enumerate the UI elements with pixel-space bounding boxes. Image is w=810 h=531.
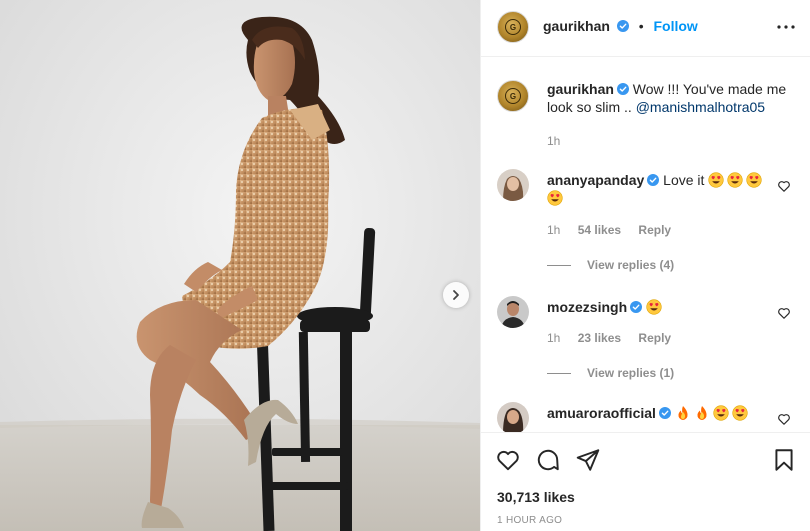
reply-button[interactable]: Reply xyxy=(638,223,671,237)
logo-icon: G xyxy=(505,88,521,104)
bookmark-icon xyxy=(775,449,793,471)
commenter-avatar[interactable] xyxy=(497,296,529,328)
heart-eyes-emoji-icon xyxy=(732,405,748,421)
comment-text-block: amuaroraofficial xyxy=(547,404,767,422)
comment-text-block: mozezsingh xyxy=(547,298,767,316)
follow-button[interactable]: Follow xyxy=(653,18,697,34)
like-count[interactable]: 30,713 likes xyxy=(497,489,575,505)
caption-username[interactable]: gaurikhan xyxy=(547,81,614,97)
heart-eyes-emoji-icon xyxy=(727,172,743,188)
caption-author-avatar[interactable]: G xyxy=(497,80,529,112)
verified-badge-icon xyxy=(647,174,660,186)
header-user-line: gaurikhan • Follow xyxy=(543,18,698,34)
heart-eyes-emoji-icon xyxy=(713,405,729,421)
heart-icon xyxy=(497,450,519,471)
comment-text-block: ananyapanday Love it xyxy=(547,171,767,207)
chevron-right-icon xyxy=(453,290,459,300)
comment-text: Love it xyxy=(663,172,705,188)
replies-divider xyxy=(547,372,571,374)
heart-icon xyxy=(778,414,790,425)
author-username[interactable]: gaurikhan xyxy=(543,18,610,34)
photo-woman-on-stool xyxy=(0,0,480,531)
save-button[interactable] xyxy=(771,447,797,473)
comment-likes[interactable]: 54 likes xyxy=(578,223,621,237)
share-button[interactable] xyxy=(575,447,601,473)
heart-icon xyxy=(778,308,790,319)
comment-meta: 1h 23 likes Reply xyxy=(547,331,685,345)
view-replies-label: View replies (4) xyxy=(587,258,675,272)
comment-item: amuaroraofficial xyxy=(497,402,797,432)
comment-meta: 1h 54 likes Reply xyxy=(547,223,685,237)
commenter-avatar[interactable] xyxy=(497,402,529,432)
post-actions: 30,713 likes 1 HOUR AGO xyxy=(481,432,810,531)
avatar-photo xyxy=(497,402,529,432)
comment-username[interactable]: mozezsingh xyxy=(547,299,627,315)
verified-badge-icon xyxy=(658,407,671,419)
comment-icon xyxy=(537,449,559,471)
post-header: G gaurikhan • Follow xyxy=(481,0,810,57)
view-replies-label: View replies (1) xyxy=(587,366,675,380)
caption-time: 1h xyxy=(547,134,561,148)
separator-dot: • xyxy=(638,18,644,34)
comment-username[interactable]: ananyapanday xyxy=(547,172,644,188)
like-comment-button[interactable] xyxy=(777,412,791,426)
avatar-photo xyxy=(497,169,529,201)
fire-emoji-icon xyxy=(697,406,707,420)
share-icon xyxy=(576,449,600,471)
comments-list[interactable]: G gaurikhan Wow !!! You've made me look … xyxy=(481,58,810,432)
comment-time: 1h xyxy=(547,331,561,345)
more-options-icon xyxy=(777,25,795,29)
avatar-photo xyxy=(497,296,529,328)
verified-badge-icon xyxy=(630,301,643,313)
view-replies-button[interactable]: View replies (1) xyxy=(547,366,674,380)
post-side-panel: G gaurikhan • Follow G gaurikhan Wow !!!… xyxy=(480,0,810,531)
comment-button[interactable] xyxy=(535,447,561,473)
like-button[interactable] xyxy=(495,447,521,473)
heart-eyes-emoji-icon xyxy=(708,172,724,188)
instagram-post: G gaurikhan • Follow G gaurikhan Wow !!!… xyxy=(0,0,810,531)
logo-icon: G xyxy=(505,19,521,35)
like-comment-button[interactable] xyxy=(777,179,791,193)
comment-item: mozezsingh 1h 23 likes Reply View replie… xyxy=(497,296,797,386)
heart-eyes-emoji-icon xyxy=(746,172,762,188)
comment-item: ananyapanday Love it 1h 54 likes Reply V… xyxy=(497,169,797,272)
fire-emoji-icon xyxy=(678,406,688,420)
comment-username[interactable]: amuaroraofficial xyxy=(547,405,656,421)
more-options-button[interactable] xyxy=(775,16,797,38)
next-photo-button[interactable] xyxy=(443,282,469,308)
caption-text-block: gaurikhan Wow !!! You've made me look so… xyxy=(547,80,787,116)
post-photo[interactable] xyxy=(0,0,480,531)
heart-eyes-emoji-icon xyxy=(547,190,563,206)
comment-time: 1h xyxy=(547,223,561,237)
caption-meta: 1h xyxy=(547,134,574,148)
view-replies-button[interactable]: View replies (4) xyxy=(547,258,674,272)
verified-badge-icon xyxy=(616,20,629,32)
caption-mention-link[interactable]: @manishmalhotra05 xyxy=(636,99,765,115)
comment-likes[interactable]: 23 likes xyxy=(578,331,621,345)
author-avatar[interactable]: G xyxy=(497,11,529,43)
verified-badge-icon xyxy=(616,83,629,95)
caption: G gaurikhan Wow !!! You've made me look … xyxy=(497,78,797,158)
comment-emojis xyxy=(675,405,751,421)
replies-divider xyxy=(547,264,571,266)
heart-icon xyxy=(778,181,790,192)
reply-button[interactable]: Reply xyxy=(638,331,671,345)
comment-emojis xyxy=(646,299,665,315)
commenter-avatar[interactable] xyxy=(497,169,529,201)
like-comment-button[interactable] xyxy=(777,306,791,320)
heart-eyes-emoji-icon xyxy=(646,299,662,315)
post-timestamp[interactable]: 1 HOUR AGO xyxy=(497,515,562,526)
